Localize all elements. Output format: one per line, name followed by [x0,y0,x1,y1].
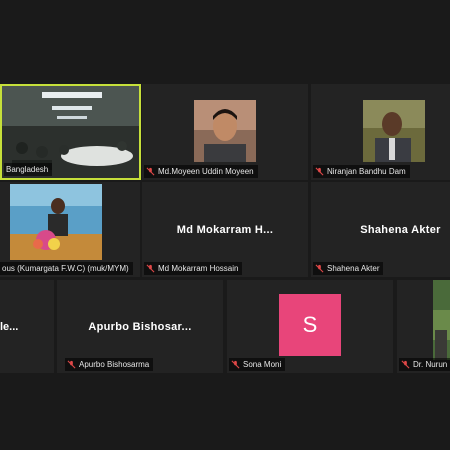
participant-name-label: Bangladesh [4,163,53,176]
participant-name-label: Niranjan Bandhu Dam [313,165,410,178]
video-tile-kumargata[interactable]: ous (Kumargata F.W.C) (muk/MYM) [0,182,140,277]
avatar: S [279,294,341,356]
participant-name-label: Md Mokarram Hossain [144,262,243,275]
participant-display-name: Shahena Akter [360,223,441,236]
muted-mic-icon [231,360,240,369]
video-tile-nurun[interactable]: Dr. Nurun [397,280,450,373]
profile-photo [10,184,102,260]
muted-mic-icon [67,360,76,369]
video-tile-bangladesh[interactable]: Bangladesh [0,84,141,180]
profile-photo [194,100,256,162]
participant-name-label: Shahena Akter [313,262,384,275]
video-tile-partial-left[interactable]: le... [0,280,54,373]
participant-name-label: Dr. Nurun [399,358,450,371]
video-tile-niranjan[interactable]: Niranjan Bandhu Dam [311,84,450,180]
video-tile-shahena[interactable]: Shahena Akter Shahena Akter [311,182,450,277]
participant-name-label: Apurbo Bishosarma [65,358,154,371]
participant-display-name: Md Mokarram H... [176,223,274,236]
profile-photo [433,280,450,360]
muted-mic-icon [401,360,410,369]
participant-display-name: Apurbo Bishosar... [88,320,192,333]
participant-name-label: Sona Moni [229,358,286,371]
video-tile-mokarram[interactable]: Md Mokarram H... Md Mokarram Hossain [142,182,308,277]
participant-name-label: ous (Kumargata F.W.C) (muk/MYM) [0,262,133,275]
participant-name-label: Md.Moyeen Uddin Moyeen [144,165,258,178]
participant-display-name: le... [0,320,19,333]
profile-photo [363,100,425,162]
muted-mic-icon [315,167,324,176]
muted-mic-icon [146,264,155,273]
video-tile-apurbo[interactable]: Apurbo Bishosar... Apurbo Bishosarma [57,280,223,373]
video-tile-sona-moni[interactable]: S Sona Moni [227,280,393,373]
muted-mic-icon [315,264,324,273]
video-tile-moyeen[interactable]: Md.Moyeen Uddin Moyeen [142,84,308,180]
muted-mic-icon [146,167,155,176]
